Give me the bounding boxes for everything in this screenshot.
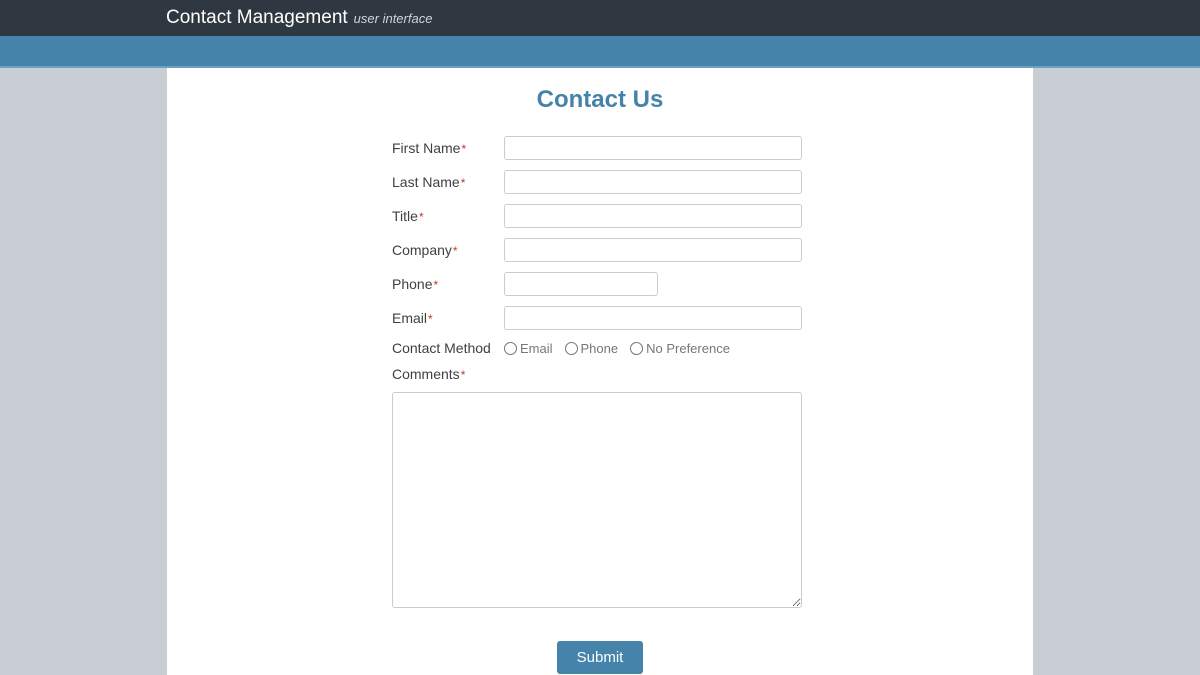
form-heading: Contact Us (167, 86, 1033, 114)
required-marker: * (461, 142, 466, 156)
company-input[interactable] (504, 238, 802, 262)
label-email: Email* (392, 310, 504, 326)
label-first-name: First Name* (392, 140, 504, 156)
row-contact-method: Contact Method Email Phone No Preference (392, 340, 1033, 356)
label-last-name: Last Name* (392, 174, 504, 190)
required-marker: * (461, 368, 466, 382)
phone-input[interactable] (504, 272, 658, 296)
row-comments: Comments* (392, 366, 1033, 613)
first-name-input[interactable] (504, 136, 802, 160)
nav-bar (0, 36, 1200, 68)
row-company: Company* (392, 238, 1033, 262)
label-comments: Comments* (392, 366, 1033, 382)
title-input[interactable] (504, 204, 802, 228)
required-marker: * (419, 210, 424, 224)
comments-textarea[interactable] (392, 392, 802, 608)
app-header: Contact Management user interface (0, 0, 1200, 36)
row-first-name: First Name* (392, 136, 1033, 160)
row-email: Email* (392, 306, 1033, 330)
content-panel: Contact Us First Name* Last Name* Title*… (167, 68, 1033, 675)
last-name-input[interactable] (504, 170, 802, 194)
radio-option-no-preference[interactable]: No Preference (630, 341, 730, 356)
app-subtitle: user interface (354, 11, 433, 26)
app-title: Contact Management (166, 7, 348, 29)
contact-form: First Name* Last Name* Title* Company* P (167, 136, 1033, 613)
row-last-name: Last Name* (392, 170, 1033, 194)
required-marker: * (453, 244, 458, 258)
row-phone: Phone* (392, 272, 1033, 296)
label-phone: Phone* (392, 276, 504, 292)
radio-no-preference[interactable] (630, 342, 643, 355)
contact-method-group: Email Phone No Preference (504, 341, 736, 356)
required-marker: * (428, 312, 433, 326)
required-marker: * (461, 176, 466, 190)
row-title: Title* (392, 204, 1033, 228)
radio-option-email[interactable]: Email (504, 341, 553, 356)
radio-phone[interactable] (565, 342, 578, 355)
radio-option-phone[interactable]: Phone (565, 341, 619, 356)
label-title: Title* (392, 208, 504, 224)
label-company: Company* (392, 242, 504, 258)
label-contact-method: Contact Method (392, 340, 504, 356)
radio-email[interactable] (504, 342, 517, 355)
submit-button[interactable]: Submit (557, 641, 644, 674)
email-input[interactable] (504, 306, 802, 330)
required-marker: * (433, 278, 438, 292)
submit-row: Submit (167, 641, 1033, 674)
